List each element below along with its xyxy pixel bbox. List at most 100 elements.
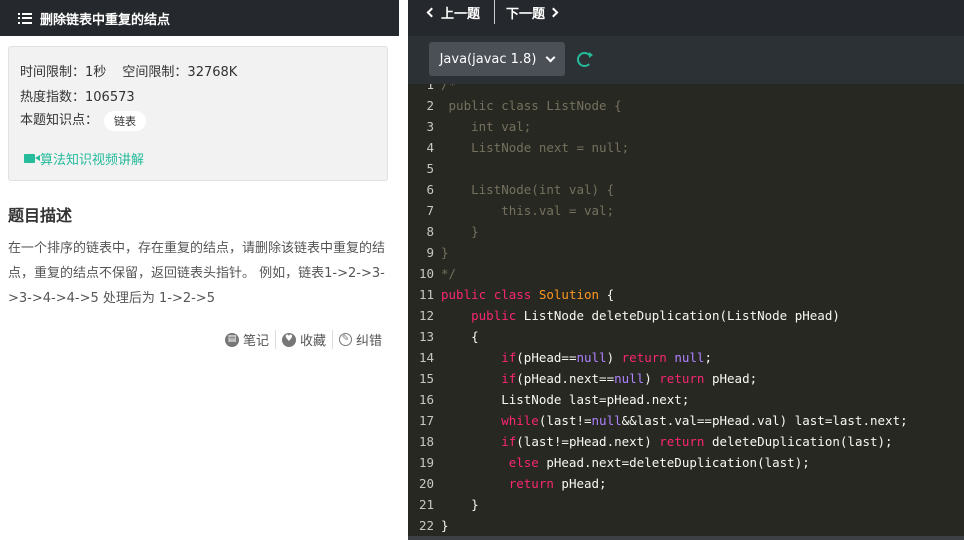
code-token: */ xyxy=(441,266,457,281)
code-token: (last!= xyxy=(538,413,592,428)
code-editor[interactable]: 1/* 2 public class ListNode {3 int val; 4 … xyxy=(408,84,964,536)
code-line[interactable]: 14 if(pHead==null) return null; xyxy=(408,347,964,368)
code-token: return xyxy=(621,350,675,365)
prev-problem-label: 上一题 xyxy=(441,6,481,22)
code-token: public class ListNode { xyxy=(441,98,622,113)
code-token: } xyxy=(441,245,449,260)
line-code: { xyxy=(441,326,479,347)
code-line[interactable]: 17 while(last!=null&&last.val==pHead.val… xyxy=(408,410,964,431)
code-token: ; xyxy=(704,350,712,365)
line-code: /* xyxy=(441,84,456,95)
line-code: if(pHead.next==null) return pHead; xyxy=(441,368,757,389)
description-text: 在一个排序的链表中，存在重复的结点，请删除该链表中重复的结点，重复的结点不保留，… xyxy=(8,241,386,306)
problem-info-box: 时间限制：1秒 空间限制：32768K 热度指数：106573 本题知识点： 链表… xyxy=(8,46,388,181)
code-line[interactable]: 1 /* xyxy=(408,84,964,95)
panel-divider[interactable] xyxy=(399,0,408,540)
line-number: 5 xyxy=(426,161,434,176)
code-token: } xyxy=(441,224,479,239)
menu-icon[interactable] xyxy=(18,12,32,24)
line-number: 2 xyxy=(426,98,434,113)
space-limit: 空间限制：32768K xyxy=(122,65,238,80)
code-line[interactable]: 6 ListNode(int val) { xyxy=(408,179,964,200)
video-icon xyxy=(24,154,40,163)
line-code: ListNode(int val) { xyxy=(441,179,614,200)
code-token: (pHead.next== xyxy=(516,371,615,386)
code-token: ) xyxy=(644,371,660,386)
code-token: ListNode last=pHead.next; xyxy=(441,392,690,407)
code-token: if xyxy=(441,350,517,365)
line-number: 16 xyxy=(418,392,434,407)
report-error-label: 纠错 xyxy=(355,334,382,349)
time-limit: 时间限制：1秒 xyxy=(20,65,107,80)
heart-icon: ♥ xyxy=(281,332,296,347)
code-token: } xyxy=(441,497,479,512)
code-token: null xyxy=(674,350,705,365)
code-line[interactable]: 2 public class ListNode { xyxy=(408,95,964,116)
code-line[interactable]: 21 } xyxy=(408,494,964,515)
code-token: return xyxy=(659,371,712,386)
code-line[interactable]: 10 */ xyxy=(408,263,964,284)
tag-linked-list[interactable]: 链表 xyxy=(104,110,147,131)
notes-button[interactable]: ▤ 笔记 xyxy=(219,330,275,349)
line-code: } xyxy=(441,242,449,263)
problem-actions: ▤ 笔记 ♥ 收藏 ✎ 纠错 xyxy=(219,330,388,349)
code-token: Solution xyxy=(538,287,600,302)
code-line[interactable]: 4 ListNode next = null; xyxy=(408,137,964,158)
line-number: 8 xyxy=(426,224,434,239)
code-token: (last!=pHead.next) xyxy=(516,434,660,449)
next-problem-button[interactable]: 下一题 xyxy=(494,0,559,24)
code-line[interactable]: 18 if(last!=pHead.next) return deleteDup… xyxy=(408,431,964,452)
line-number: 9 xyxy=(426,245,434,260)
code-token: int val; xyxy=(441,119,532,134)
favorite-button[interactable]: ♥ 收藏 xyxy=(274,330,332,349)
line-code: } xyxy=(441,494,479,515)
line-number: 6 xyxy=(426,182,434,197)
chevron-down-icon xyxy=(545,52,556,62)
code-line[interactable]: 3 int val; xyxy=(408,116,964,137)
code-token: { xyxy=(441,329,479,344)
video-link-label: 算法知识视频讲解 xyxy=(40,153,145,168)
code-token: return xyxy=(441,476,562,491)
code-line[interactable]: 9} xyxy=(408,242,964,263)
code-line[interactable]: 16 ListNode last=pHead.next; xyxy=(408,389,964,410)
video-lecture-link[interactable]: 算法知识视频讲解 xyxy=(24,149,144,168)
line-code: public class Solution { xyxy=(441,284,614,305)
editor-toolbar: Java(javac 1.8) xyxy=(408,36,964,84)
horizontal-scrollbar[interactable] xyxy=(408,536,964,540)
line-code: return pHead; xyxy=(441,473,607,494)
line-code: ListNode next = null; xyxy=(441,137,629,158)
language-select[interactable]: Java(javac 1.8) xyxy=(429,42,565,76)
prev-problem-button[interactable]: 上一题 xyxy=(426,0,480,24)
line-code: if(last!=pHead.next) return deleteDuplic… xyxy=(441,431,892,452)
code-line[interactable]: 12 public ListNode deleteDuplication(Lis… xyxy=(408,305,964,326)
line-number: 15 xyxy=(418,371,434,386)
code-line[interactable]: 13 { xyxy=(408,326,964,347)
code-line[interactable]: 5 xyxy=(408,158,964,179)
code-line[interactable]: 19 else pHead.next=deleteDuplication(las… xyxy=(408,452,964,473)
code-token: this.val = val; xyxy=(441,203,615,218)
code-token: ListNode deleteDuplication(ListNode pHea… xyxy=(523,308,840,323)
line-number: 21 xyxy=(418,497,434,512)
line-number: 10 xyxy=(418,266,434,281)
code-token: null xyxy=(591,413,622,428)
code-line[interactable]: 8 } xyxy=(408,221,964,242)
line-code: public ListNode deleteDuplication(ListNo… xyxy=(441,305,840,326)
report-error-button[interactable]: ✎ 纠错 xyxy=(331,330,388,349)
notes-label: 笔记 xyxy=(242,334,269,349)
line-code: } xyxy=(441,515,449,536)
code-token: public xyxy=(441,308,524,323)
code-token: ) xyxy=(606,350,622,365)
code-line[interactable]: 22} xyxy=(408,515,964,536)
code-token: &&last.val==pHead.val) last=last.next; xyxy=(621,413,908,428)
chevron-left-icon xyxy=(426,7,437,17)
line-number: 20 xyxy=(418,476,434,491)
code-line[interactable]: 15 if(pHead.next==null) return pHead; xyxy=(408,368,964,389)
code-token: if xyxy=(441,371,517,386)
code-line[interactable]: 7 this.val = val; xyxy=(408,200,964,221)
code-line[interactable]: 11 public class Solution { xyxy=(408,284,964,305)
code-token: ListNode(int val) { xyxy=(441,182,615,197)
code-line[interactable]: 20 return pHead; xyxy=(408,473,964,494)
refresh-icon[interactable] xyxy=(577,52,593,67)
code-token: /* xyxy=(441,84,457,92)
line-code: while(last!=null&&last.val==pHead.val) l… xyxy=(441,410,908,431)
